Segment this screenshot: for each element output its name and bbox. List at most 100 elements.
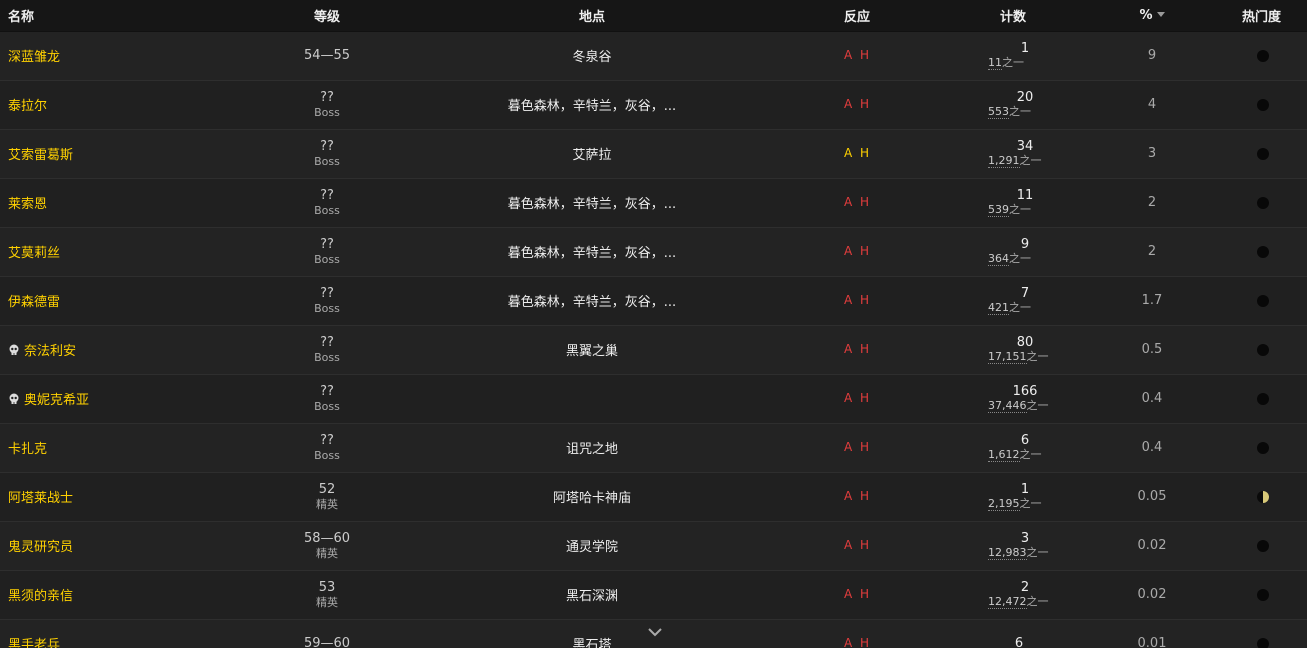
header-percent-label: % bbox=[1139, 7, 1153, 23]
location-link[interactable]: 阿塔哈卡神庙 bbox=[553, 491, 631, 506]
percent-cell: 2 bbox=[1062, 178, 1242, 227]
npc-name-link[interactable]: 奥妮克希亚 bbox=[24, 393, 89, 408]
popularity-dot-icon bbox=[1257, 147, 1269, 160]
table-row[interactable]: 泰拉尔 ?? Boss 暮色森林，辛特兰，灰谷，... A H 20 553之一 4 bbox=[0, 80, 1307, 129]
level-cell: ?? Boss bbox=[212, 374, 442, 423]
npc-name-cell: 伊森德雷 bbox=[0, 276, 212, 325]
header-level[interactable]: 等级 bbox=[212, 0, 442, 32]
percent-value: 0.5 bbox=[1141, 342, 1163, 357]
location-cell: 暮色森林，辛特兰，灰谷，... bbox=[442, 80, 742, 129]
location-link[interactable]: 黑石深渊 bbox=[566, 589, 618, 604]
table-row[interactable]: 艾索雷葛斯 ?? Boss 艾萨拉 A H 34 1,291之一 3 bbox=[0, 129, 1307, 178]
header-percent[interactable]: % bbox=[1062, 0, 1242, 32]
table-row[interactable]: 伊森德雷 ?? Boss 暮色森林，辛特兰，灰谷，... A H 7 421之一 1… bbox=[0, 276, 1307, 325]
percent-value: 0.02 bbox=[1137, 538, 1167, 553]
react-cell: A H bbox=[742, 129, 972, 178]
count-total-value[interactable]: 553 bbox=[988, 105, 1009, 119]
location-cell: 暮色森林，辛特兰，灰谷，... bbox=[442, 227, 742, 276]
count-total-value[interactable]: 2,195 bbox=[988, 497, 1020, 511]
location-link[interactable]: 诅咒之地 bbox=[566, 442, 618, 457]
header-count[interactable]: 计数 bbox=[972, 0, 1062, 32]
header-name[interactable]: 名称 bbox=[0, 0, 212, 32]
react-cell: A H bbox=[742, 227, 972, 276]
popularity-cell bbox=[1242, 374, 1307, 423]
count-total: 11之一 bbox=[988, 56, 1062, 70]
chevron-down-icon[interactable] bbox=[647, 626, 663, 638]
percent-value: 3 bbox=[1147, 146, 1157, 161]
table-header-row: 名称 等级 地点 反应 计数 % 热门度 bbox=[0, 0, 1307, 32]
header-location[interactable]: 地点 bbox=[442, 0, 742, 32]
percent-cell: 2 bbox=[1062, 227, 1242, 276]
react-horde: H bbox=[860, 538, 871, 552]
npc-name-link[interactable]: 阿塔莱战士 bbox=[8, 491, 73, 506]
count-total-value[interactable]: 17,151 bbox=[988, 350, 1027, 364]
table-row[interactable]: 黑须的亲信 53 精英 黑石深渊 A H 2 12,472之一 0.02 bbox=[0, 570, 1307, 619]
count-value: 2 bbox=[1020, 580, 1030, 595]
popularity-cell bbox=[1242, 80, 1307, 129]
location-link[interactable]: 暮色森林，辛特兰，灰谷，... bbox=[508, 99, 676, 114]
npc-name-cell: 泰拉尔 bbox=[0, 80, 212, 129]
header-popularity[interactable]: 热门度 bbox=[1242, 0, 1307, 32]
npc-name-link[interactable]: 鬼灵研究员 bbox=[8, 540, 73, 555]
npc-name-link[interactable]: 泰拉尔 bbox=[8, 99, 47, 114]
react-horde: H bbox=[860, 293, 871, 307]
count-value: 9 bbox=[1020, 237, 1030, 252]
react-cell: A H bbox=[742, 619, 972, 648]
percent-cell: 0.4 bbox=[1062, 423, 1242, 472]
location-link[interactable]: 黑翼之巢 bbox=[566, 344, 618, 359]
count-of-label: 之一 bbox=[1019, 154, 1042, 167]
npc-name-link[interactable]: 艾莫莉丝 bbox=[8, 246, 60, 261]
npc-name-link[interactable]: 黑须的亲信 bbox=[8, 589, 73, 604]
npc-name-link[interactable]: 黑手老兵 bbox=[8, 638, 60, 648]
count-total-value[interactable]: 364 bbox=[988, 252, 1009, 266]
count-total-value[interactable]: 539 bbox=[988, 203, 1009, 217]
header-level-label: 等级 bbox=[313, 9, 340, 25]
location-link[interactable]: 通灵学院 bbox=[566, 540, 618, 555]
popularity-dot-icon bbox=[1257, 98, 1269, 111]
location-link[interactable]: 暮色森林，辛特兰，灰谷，... bbox=[508, 197, 676, 212]
level-classification: Boss bbox=[314, 105, 340, 119]
header-react[interactable]: 反应 bbox=[742, 0, 972, 32]
popularity-dot-icon bbox=[1257, 343, 1269, 356]
npc-name-link[interactable]: 艾索雷葛斯 bbox=[8, 148, 73, 163]
react-horde: H bbox=[860, 391, 871, 405]
count-total: 1,291之一 bbox=[988, 154, 1062, 168]
count-cell: 6 1,612之一 bbox=[972, 423, 1062, 472]
table-row[interactable]: 阿塔莱战士 52 精英 阿塔哈卡神庙 A H 1 2,195之一 0.05 bbox=[0, 472, 1307, 521]
npc-name-link[interactable]: 伊森德雷 bbox=[8, 295, 60, 310]
location-link[interactable]: 黑石塔 bbox=[572, 638, 611, 648]
location-link[interactable]: 艾萨拉 bbox=[572, 148, 611, 163]
location-link[interactable]: 暮色森林，辛特兰，灰谷，... bbox=[508, 295, 676, 310]
location-link[interactable]: 暮色森林，辛特兰，灰谷，... bbox=[508, 246, 676, 261]
count-total-value[interactable]: 11 bbox=[988, 56, 1002, 70]
count-total-value[interactable]: 421 bbox=[988, 301, 1009, 315]
table-row[interactable]: 艾莫莉丝 ?? Boss 暮色森林，辛特兰，灰谷，... A H 9 364之一 2 bbox=[0, 227, 1307, 276]
count-value: 166 bbox=[1012, 384, 1038, 399]
npc-name-link[interactable]: 卡扎克 bbox=[8, 442, 47, 457]
npc-name-link[interactable]: 莱索恩 bbox=[8, 197, 47, 212]
count-total-value[interactable]: 37,446 bbox=[988, 399, 1027, 413]
table-row[interactable]: 卡扎克 ?? Boss 诅咒之地 A H 6 1,612之一 0.4 bbox=[0, 423, 1307, 472]
level-classification: Boss bbox=[314, 399, 340, 413]
count-total: 37,446之一 bbox=[988, 399, 1062, 413]
location-link[interactable]: 冬泉谷 bbox=[572, 50, 611, 65]
table-row[interactable]: 奥妮克希亚 ?? Boss A H 166 37,446之一 0.4 bbox=[0, 374, 1307, 423]
table-row[interactable]: 鬼灵研究员 58—60 精英 通灵学院 A H 3 12,983之一 0.02 bbox=[0, 521, 1307, 570]
npc-name-cell: 鬼灵研究员 bbox=[0, 521, 212, 570]
level-value: ?? bbox=[320, 236, 334, 252]
npc-name-link[interactable]: 深蓝雏龙 bbox=[8, 50, 60, 65]
level-cell: ?? Boss bbox=[212, 129, 442, 178]
count-total-value[interactable]: 1,612 bbox=[988, 448, 1020, 462]
table-row[interactable]: 莱索恩 ?? Boss 暮色森林，辛特兰，灰谷，... A H 11 539之一 2 bbox=[0, 178, 1307, 227]
count-total-value[interactable]: 12,472 bbox=[988, 595, 1027, 609]
npc-name-link[interactable]: 奈法利安 bbox=[24, 344, 76, 359]
count-cell: 9 364之一 bbox=[972, 227, 1062, 276]
table-row[interactable]: 深蓝雏龙 54—55 冬泉谷 A H 1 11之一 9 bbox=[0, 31, 1307, 80]
count-total-value[interactable]: 1,291 bbox=[988, 154, 1020, 168]
level-value: ?? bbox=[320, 285, 334, 301]
level-value: ?? bbox=[320, 138, 334, 154]
count-total: 12,983之一 bbox=[988, 546, 1062, 560]
popularity-cell bbox=[1242, 129, 1307, 178]
count-total-value[interactable]: 12,983 bbox=[988, 546, 1027, 560]
table-row[interactable]: 奈法利安 ?? Boss 黑翼之巢 A H 80 17,151之一 0.5 bbox=[0, 325, 1307, 374]
